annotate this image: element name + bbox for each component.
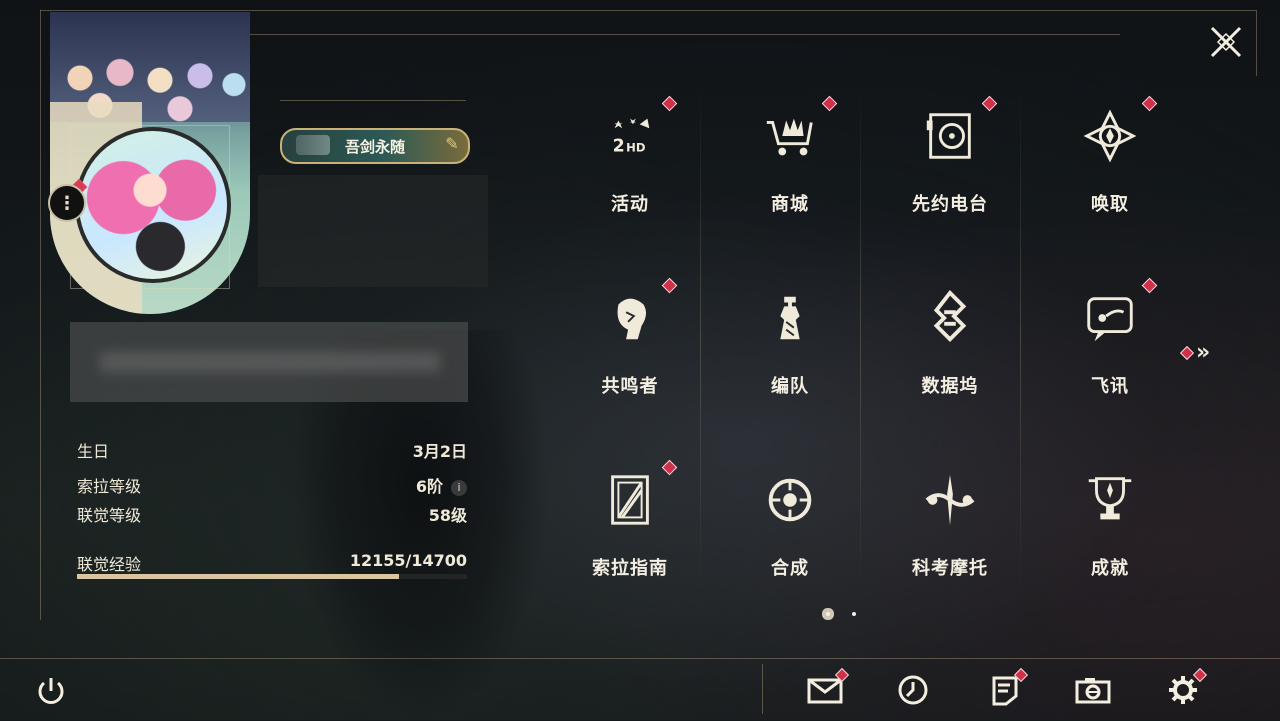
grid-divider-2: [1020, 82, 1021, 592]
page-indicator: [826, 612, 856, 616]
info-icon[interactable]: i: [451, 479, 467, 496]
grid-item-7[interactable]: 飞讯: [1035, 264, 1185, 414]
notification-badge: [821, 95, 838, 112]
radio-icon: [918, 104, 982, 168]
event-2hd-icon: 2 HD: [598, 104, 662, 168]
grid-item-label: 共鸣者: [601, 376, 659, 397]
union-exp-value: 12155/14700: [349, 551, 467, 570]
next-page-button[interactable]: »: [1179, 340, 1211, 365]
blurred-name-area: [258, 175, 488, 287]
frame-left-line: [40, 10, 41, 620]
page-dot-2[interactable]: [852, 612, 856, 616]
feather-icon: ✎: [445, 134, 459, 153]
union-exp-bar: [77, 574, 467, 579]
synthesis-icon: [758, 468, 822, 532]
page-dot-1[interactable]: [826, 612, 830, 616]
grid-item-label: 活动: [611, 194, 649, 215]
grid-item-label: 科考摩托: [912, 558, 988, 579]
title-badge-thumb: [296, 135, 330, 155]
grid-item-label: 合成: [771, 558, 809, 579]
grid-item-9[interactable]: 合成: [715, 446, 865, 596]
message-icon: [1078, 286, 1142, 350]
more-dots-icon[interactable]: ⋮: [48, 184, 86, 222]
frame-inner-top: [250, 34, 1120, 35]
title-badge-text: 吾剑永随: [344, 137, 405, 156]
mail-icon[interactable]: [805, 667, 850, 708]
grid-divider-0: [700, 82, 701, 592]
notice-icon[interactable]: [984, 667, 1029, 708]
grid-item-label: 先约电台: [912, 194, 988, 215]
union-exp-label: 联觉经验: [77, 555, 142, 574]
svg-text:HD: HD: [626, 140, 646, 154]
double-chevron-right-icon: »: [1196, 340, 1211, 365]
power-icon[interactable]: [34, 674, 68, 708]
frame-top-line: [40, 10, 1256, 11]
notification-badge: [661, 95, 678, 112]
resonator-icon: [598, 286, 662, 350]
union-level-row: 联觉等级 58级: [77, 502, 467, 526]
grid-item-2[interactable]: 先约电台: [875, 82, 1025, 232]
clock-icon[interactable]: [893, 672, 933, 708]
sola-level-value: 6阶: [415, 477, 443, 496]
grid-item-label: 索拉指南: [592, 558, 668, 579]
notification-badge: [661, 277, 678, 294]
grid-item-6[interactable]: 数据坞: [875, 264, 1025, 414]
title-badge[interactable]: 吾剑永随 ✎: [280, 128, 470, 164]
grid-item-label: 飞讯: [1091, 376, 1129, 397]
grid-item-11[interactable]: 成就: [1035, 446, 1185, 596]
notification-badge: [1141, 277, 1158, 294]
grid-item-label: 编队: [771, 376, 809, 397]
grid-item-label: 商城: [771, 194, 809, 215]
grid-item-4[interactable]: 共鸣者: [555, 264, 705, 414]
union-exp-row: 联觉经验 12155/14700: [77, 551, 467, 575]
grid-divider-1: [860, 82, 861, 592]
grid-item-5[interactable]: 编队: [715, 264, 865, 414]
next-page-badge: [1179, 345, 1195, 360]
blurred-signature-area: [70, 322, 468, 402]
motorcycle-icon: [918, 468, 982, 532]
team-icon: [758, 286, 822, 350]
data-bank-icon: [918, 286, 982, 350]
birthday-label: 生日: [77, 442, 110, 461]
notification-badge: [661, 459, 678, 476]
grid-item-label: 数据坞: [921, 376, 979, 397]
svg-text:2: 2: [613, 136, 625, 156]
avatar[interactable]: [75, 127, 231, 283]
grid-item-label: 唤取: [1091, 194, 1129, 215]
convene-icon: [1078, 104, 1142, 168]
notification-badge: [1141, 95, 1158, 112]
trophy-icon: [1078, 468, 1142, 532]
gear-icon[interactable]: [1163, 667, 1208, 708]
grid-item-3[interactable]: 唤取: [1035, 82, 1185, 232]
sola-level-row: 索拉等级 6阶 i: [77, 473, 467, 497]
birthday-value: 3月2日: [412, 442, 467, 461]
union-level-value: 58级: [428, 506, 467, 525]
grid-item-1[interactable]: 商城: [715, 82, 865, 232]
sola-level-label: 索拉等级: [77, 477, 142, 496]
grid-item-8[interactable]: 索拉指南: [555, 446, 705, 596]
grid-item-10[interactable]: 科考摩托: [875, 446, 1025, 596]
notification-badge: [981, 95, 998, 112]
bottom-bar-divider: [762, 664, 763, 714]
frame-right-line: [1256, 10, 1257, 76]
birthday-row: 生日 3月2日: [77, 438, 467, 462]
union-level-label: 联觉等级: [77, 506, 142, 525]
frame-header-divider: [280, 100, 466, 101]
grid-item-0[interactable]: 2 HD 活动: [555, 82, 705, 232]
function-grid: 2 HD 活动 商城 先约电台 唤取共鸣者 编队 数据坞 飞讯索拉指南 合成 科考摩托 成就: [555, 82, 1195, 602]
camera-icon[interactable]: [1073, 672, 1113, 708]
shop-cart-icon: [758, 104, 822, 168]
guide-book-icon: [598, 468, 662, 532]
grid-item-label: 成就: [1091, 558, 1129, 579]
close-x-icon[interactable]: [1206, 22, 1246, 62]
union-exp-fill: [77, 574, 400, 579]
